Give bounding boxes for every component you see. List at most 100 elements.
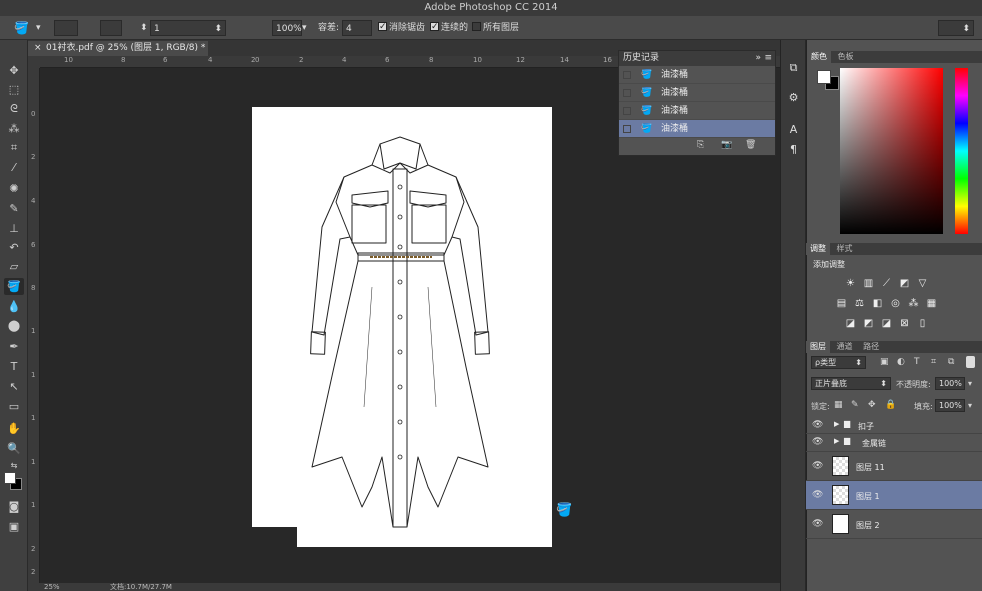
layer-row[interactable]: 👁 图层 2 bbox=[806, 510, 982, 539]
layer-row[interactable]: 👁 图层 11 bbox=[806, 452, 982, 481]
posterize-icon[interactable]: ◩ bbox=[862, 318, 875, 329]
history-snapshot-checkbox[interactable] bbox=[623, 107, 631, 115]
paint-bucket-icon[interactable]: 🪣 bbox=[4, 278, 24, 295]
gradient-map-icon[interactable]: ▯ bbox=[916, 318, 929, 329]
tolerance-field[interactable]: 4 bbox=[342, 20, 372, 36]
ruler-origin[interactable] bbox=[28, 56, 40, 68]
brush-icon[interactable]: ✎ bbox=[4, 200, 24, 217]
lasso-icon[interactable]: ᘓ bbox=[4, 100, 24, 117]
opacity-field[interactable]: 100% bbox=[272, 20, 302, 36]
eye-visibility-icon[interactable]: 👁 bbox=[812, 437, 823, 447]
selective-color-icon[interactable]: ⊠ bbox=[898, 318, 911, 329]
tab-adjustments[interactable]: 调整 bbox=[806, 243, 830, 255]
history-brush-icon[interactable]: ↶ bbox=[4, 239, 24, 256]
crop-icon[interactable]: ⌗ bbox=[4, 139, 24, 156]
lock-transparent-icon[interactable]: ▦ bbox=[834, 400, 843, 410]
layer-group-buttons[interactable]: 👁 ▶ ▆ 扣子 bbox=[806, 417, 982, 434]
document-tab[interactable]: × 01衬衣.pdf @ 25% (图层 1, RGB/8) * bbox=[28, 41, 208, 56]
paragraph-panel-icon[interactable]: ¶ bbox=[786, 142, 801, 157]
document-canvas[interactable] bbox=[252, 107, 552, 547]
dodge-icon[interactable]: ⬤ bbox=[4, 317, 24, 334]
healing-icon[interactable]: ✺ bbox=[4, 180, 24, 197]
black-white-icon[interactable]: ◧ bbox=[871, 298, 884, 309]
levels-icon[interactable]: ▥ bbox=[862, 278, 875, 289]
tab-paths[interactable]: 路径 bbox=[859, 342, 883, 351]
anti-alias-checkbox[interactable]: 消除锯齿 bbox=[378, 19, 425, 36]
hue-slider[interactable] bbox=[955, 68, 968, 234]
filter-pixel-icon[interactable]: ▣ bbox=[880, 357, 889, 367]
tab-layers[interactable]: 图层 bbox=[806, 341, 830, 353]
hue-saturation-icon[interactable]: ▤ bbox=[835, 298, 848, 309]
zoom-icon[interactable]: 🔍 bbox=[4, 440, 24, 457]
trash-icon[interactable]: 🗑 bbox=[745, 140, 756, 150]
actions-panel-icon[interactable]: ⚙ bbox=[786, 90, 801, 105]
blur-icon[interactable]: 💧 bbox=[4, 298, 24, 315]
all-layers-checkbox[interactable]: 所有图层 bbox=[472, 20, 519, 36]
panel-menu-icon[interactable]: ≡ bbox=[764, 51, 772, 66]
history-panel-icon[interactable]: ⧉ bbox=[786, 60, 801, 75]
opacity-arrow-icon[interactable]: ▾ bbox=[968, 379, 972, 388]
exposure-icon[interactable]: ◩ bbox=[898, 278, 911, 289]
eye-visibility-icon[interactable]: 👁 bbox=[812, 490, 823, 500]
history-snapshot-checkbox[interactable] bbox=[623, 125, 631, 133]
panel-collapse-icon[interactable]: » bbox=[755, 51, 761, 66]
history-item[interactable]: 🪣 油漆桶 bbox=[619, 84, 775, 102]
history-snapshot-checkbox[interactable] bbox=[623, 71, 631, 79]
fill-field[interactable]: 100% bbox=[935, 399, 965, 412]
lock-image-icon[interactable]: ✎ bbox=[851, 400, 859, 410]
character-panel-icon[interactable]: A bbox=[786, 122, 801, 137]
invert-icon[interactable]: ◪ bbox=[844, 318, 857, 329]
quick-mask-icon[interactable]: ◙ bbox=[4, 498, 24, 515]
filter-smart-object-icon[interactable]: ⧉ bbox=[948, 357, 954, 367]
new-document-from-state-icon[interactable]: ⎘ bbox=[697, 140, 704, 150]
layer-filter-select[interactable]: ρ类型 ⬍ bbox=[811, 356, 866, 369]
foreground-color-swatch[interactable] bbox=[817, 70, 831, 84]
screen-mode-icon[interactable]: ▣ bbox=[4, 518, 24, 535]
snapshot-camera-icon[interactable]: 📷 bbox=[721, 140, 732, 150]
lock-all-icon[interactable]: 🔒 bbox=[885, 400, 896, 410]
vertical-ruler[interactable]: 0 2 4 6 8 1 1 1 1 1 2 2 bbox=[28, 68, 40, 583]
eye-visibility-icon[interactable]: 👁 bbox=[812, 461, 823, 471]
preset-arrow-icon[interactable]: ▾ bbox=[36, 20, 41, 36]
tab-swatches[interactable]: 色板 bbox=[834, 52, 858, 61]
stamp-icon[interactable]: ⊥ bbox=[4, 220, 24, 237]
workspace-select[interactable]: ⬍ bbox=[938, 20, 974, 36]
zoom-level[interactable]: 25% bbox=[44, 583, 60, 591]
pen-icon[interactable]: ✒ bbox=[4, 338, 24, 355]
color-balance-icon[interactable]: ⚖ bbox=[853, 298, 866, 309]
history-snapshot-checkbox[interactable] bbox=[623, 89, 631, 97]
eyedropper-icon[interactable]: ⁄ bbox=[4, 159, 24, 176]
rectangle-icon[interactable]: ▭ bbox=[4, 398, 24, 415]
layer-row-selected[interactable]: 👁 图层 1 bbox=[806, 481, 982, 510]
history-item[interactable]: 🪣 油漆桶 bbox=[619, 66, 775, 84]
history-panel-header[interactable]: 历史记录 » ≡ bbox=[619, 51, 775, 66]
expand-arrow-icon[interactable]: ▶ bbox=[834, 437, 839, 445]
photo-filter-icon[interactable]: ◎ bbox=[889, 298, 902, 309]
filter-type-icon[interactable]: T bbox=[914, 357, 920, 367]
tab-styles[interactable]: 样式 bbox=[833, 244, 857, 253]
blend-mode-select[interactable]: 正片叠底 ⬍ bbox=[811, 377, 891, 390]
close-tab-icon[interactable]: × bbox=[34, 41, 42, 56]
layer-opacity-field[interactable]: 100% bbox=[935, 377, 965, 390]
vibrance-icon[interactable]: ▽ bbox=[916, 278, 929, 289]
eraser-icon[interactable]: ▱ bbox=[4, 258, 24, 275]
tab-color[interactable]: 颜色 bbox=[807, 51, 831, 63]
filter-adjustment-icon[interactable]: ◐ bbox=[897, 357, 905, 367]
expand-arrow-icon[interactable]: ▶ bbox=[834, 420, 839, 428]
type-icon[interactable]: T bbox=[4, 358, 24, 375]
channel-mixer-icon[interactable]: ⁂ bbox=[907, 298, 920, 309]
history-item[interactable]: 🪣 油漆桶 bbox=[619, 102, 775, 120]
path-select-icon[interactable]: ↖ bbox=[4, 378, 24, 395]
move-icon[interactable]: ✥ bbox=[4, 62, 24, 79]
magic-wand-icon[interactable]: ⁂ bbox=[4, 120, 24, 137]
contiguous-checkbox[interactable]: 连续的 bbox=[430, 19, 468, 36]
layer-group-metal-chain[interactable]: 👁 ▶ ▆ 金属链 bbox=[806, 434, 982, 452]
hand-icon[interactable]: ✋ bbox=[4, 420, 24, 437]
eye-visibility-icon[interactable]: 👁 bbox=[812, 420, 823, 430]
brush-size-select[interactable]: 1 ⬍ bbox=[150, 20, 226, 36]
history-item-selected[interactable]: 🪣 油漆桶 bbox=[619, 120, 775, 138]
pattern-select[interactable] bbox=[100, 20, 122, 36]
lock-position-icon[interactable]: ✥ bbox=[868, 400, 876, 410]
eye-visibility-icon[interactable]: 👁 bbox=[812, 519, 823, 529]
color-lookup-icon[interactable]: ▦ bbox=[925, 298, 938, 309]
